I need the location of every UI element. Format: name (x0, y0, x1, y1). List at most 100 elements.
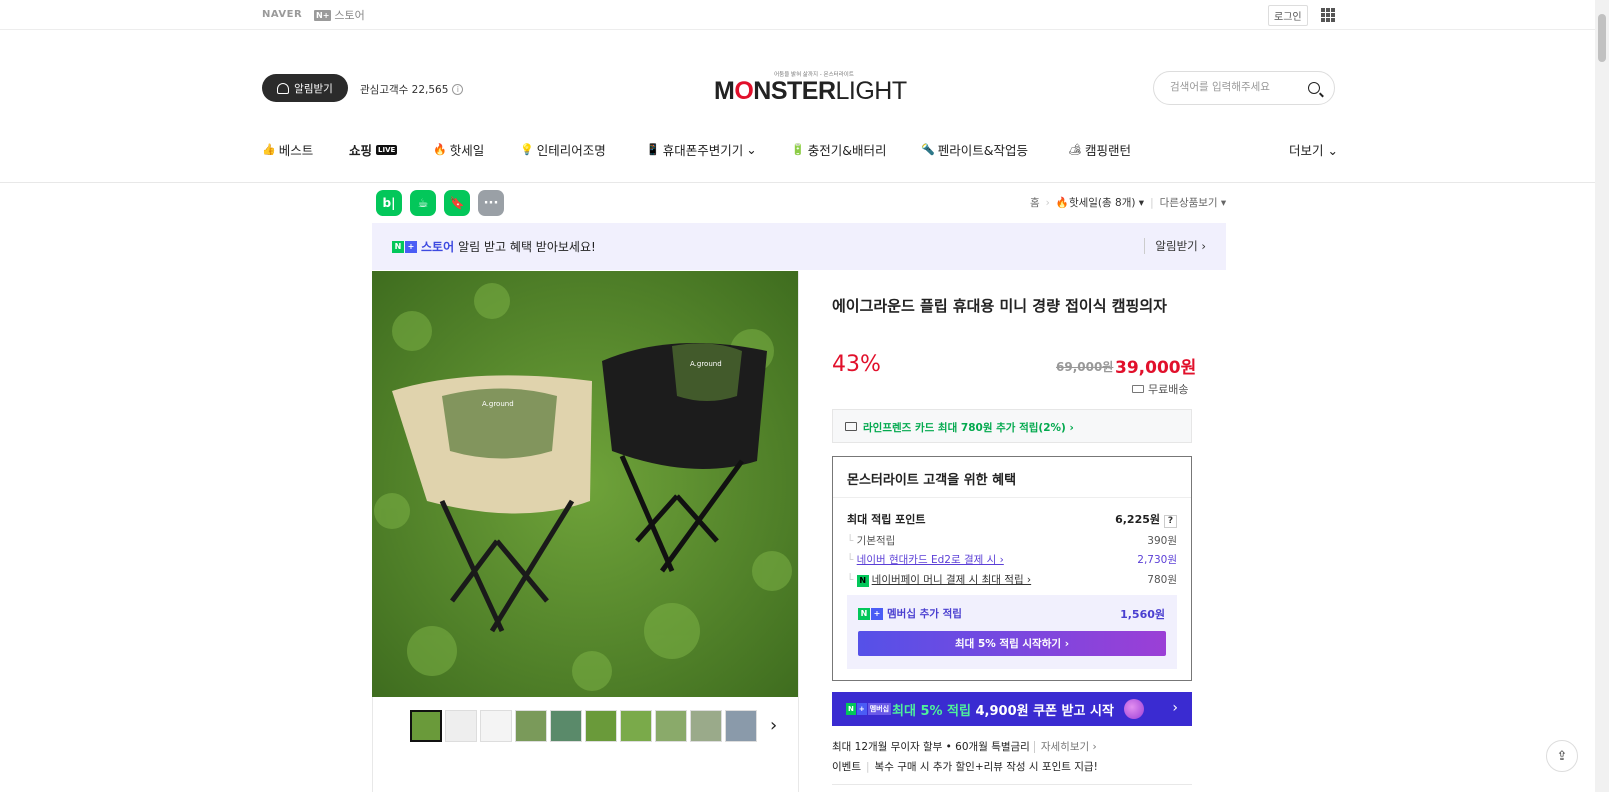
app-grid-icon[interactable] (1321, 8, 1335, 22)
thumbnails-next-icon[interactable]: › (770, 715, 777, 736)
base-points-row: └ 기본적립 390원 (847, 535, 1177, 547)
product-title: 에이그라운드 플립 휴대용 미니 경량 접이식 캠핑의자 (832, 297, 1167, 315)
installment-info: 최대 12개월 무이자 할부 • 60개월 특별금리 자세히보기 › (832, 739, 1097, 754)
other-products-dropdown[interactable]: 다른상품보기 ▾ (1160, 195, 1227, 210)
thumbnail-item[interactable] (620, 710, 652, 742)
category-penlight-worklight[interactable]: 🔦 펜라이트&작업등 (921, 140, 1028, 159)
thumbnail-item[interactable] (655, 710, 687, 742)
shipping-label: 무료배송 (1148, 383, 1189, 396)
event-info: 이벤트 | 복수 구매 시 추가 할인+리뷰 작성 시 포인트 지급! (832, 761, 1098, 773)
panel-divider-left (372, 697, 373, 792)
header-divider (0, 182, 1595, 183)
interest-customers: 관심고객수 22,565 i (360, 82, 464, 97)
product-main-image[interactable]: A.ground A.ground (372, 271, 798, 697)
truck-icon (1132, 385, 1144, 393)
category-camping-lantern[interactable]: 🏕 캠핑랜턴 (1068, 140, 1131, 159)
panel-divider (798, 271, 799, 792)
max-points-row: 최대 적립 포인트 6,225원? (847, 511, 1177, 528)
logo-wordmark: MONSTERLIGHT (714, 77, 907, 105)
discount-rate: 43% (832, 352, 881, 377)
more-icon[interactable]: ··· (478, 190, 504, 216)
thumbnail-item[interactable] (480, 710, 512, 742)
naver-logo[interactable]: NAVER (262, 9, 302, 20)
global-nav-bar: NAVER N+ 스토어 로그인 (0, 0, 1595, 30)
membership-box: N + 멤버십 추가 적립 1,560원 최대 5% 적립 시작하기 › (847, 595, 1177, 669)
info-divider (832, 784, 1192, 785)
thumbnail-strip (410, 710, 757, 742)
installment-text: 최대 12개월 무이자 할부 • 60개월 특별금리 (832, 741, 1030, 753)
share-icon[interactable]: ⇪ (1546, 740, 1578, 772)
event-text: 복수 구매 시 추가 할인+리뷰 작성 시 포인트 지급! (874, 761, 1098, 773)
bookmark-icon[interactable]: 🔖 (444, 190, 470, 216)
breadcrumb: 홈 › 🔥핫세일(총 8개) ▾ | 다른상품보기 ▾ (1030, 195, 1227, 210)
login-button[interactable]: 로그인 (1268, 5, 1308, 26)
store-logo[interactable]: 어둠을 밝혀 삶까지 - 몬스터라이트 MONSTERLIGHT (714, 70, 907, 105)
max-points-value: 6,225원 (1115, 513, 1160, 526)
chevron-down-icon: ⌄ (746, 142, 757, 157)
subscribe-alarm-button[interactable]: 알림받기 (262, 74, 348, 102)
membership-value: 1,560원 (1120, 608, 1165, 621)
thumbnail-item[interactable] (690, 710, 722, 742)
nplus-membership-badge: N + 멤버십 (846, 703, 892, 715)
category-hot-sale[interactable]: 🔥 핫세일 (433, 140, 484, 159)
banner-store-label: 스토어 (421, 240, 455, 254)
category-best[interactable]: 👍 베스트 (262, 140, 313, 159)
category-interior-lighting[interactable]: 💡 인테리어조명 (520, 140, 606, 159)
search-input[interactable] (1170, 81, 1300, 93)
membership-label: 멤버십 추가 적립 (887, 608, 962, 620)
product-info: 에이그라운드 플립 휴대용 미니 경량 접이식 캠핑의자 (832, 294, 1192, 318)
more-categories-button[interactable]: 더보기 ⌄ (1289, 140, 1338, 159)
breadcrumb-current[interactable]: 🔥핫세일(총 8개) ▾ (1056, 195, 1144, 210)
card-offer-box[interactable]: 라인프렌즈 카드 최대 780원 추가 적립(2%) › (832, 409, 1192, 443)
breadcrumb-home[interactable]: 홈 (1030, 195, 1040, 210)
card-offer-text: 라인프렌즈 카드 최대 780원 추가 적립(2%) › (863, 422, 1074, 434)
credit-card-icon (845, 422, 857, 431)
installment-detail-link[interactable]: 자세히보기 › (1033, 741, 1097, 753)
chair-brand-label: A.ground (690, 360, 722, 368)
category-phone-accessories[interactable]: 📱 휴대폰주변기기 ⌄ (646, 140, 757, 159)
coupon-highlight: 최대 5% 적립 (892, 704, 971, 719)
membership-start-button[interactable]: 최대 5% 적립 시작하기 › (858, 631, 1166, 656)
cafe-share-icon[interactable]: ☕ (410, 190, 436, 216)
gift-icon (1124, 699, 1144, 719)
thumbnail-item[interactable] (585, 710, 617, 742)
membership-coupon-banner[interactable]: N + 멤버십 최대 5% 적립 4,900원 쿠폰 받고 시작 › (832, 692, 1192, 726)
naver-store-alarm-banner: N + 스토어 알림 받고 혜택 받아보세요! 알림받기 › (372, 223, 1226, 270)
help-icon[interactable]: ? (1164, 514, 1177, 528)
thumbnail-item[interactable] (515, 710, 547, 742)
chair-brand-label: A.ground (482, 400, 514, 408)
thumbnail-item[interactable] (725, 710, 757, 742)
banner-text: 알림 받고 혜택 받아보세요! (458, 240, 596, 254)
coupon-text: 4,900원 쿠폰 받고 시작 (970, 704, 1114, 719)
search-box (1153, 71, 1335, 105)
interest-count: 관심고객수 22,565 (360, 84, 449, 96)
naver-pay-link[interactable]: 네이버페이 머니 결제 시 최대 적립 › (872, 574, 1031, 586)
nplus-icon: N + (392, 240, 417, 253)
search-icon[interactable] (1308, 82, 1320, 94)
naver-pay-icon: N (856, 574, 869, 587)
category-shopping-live[interactable]: 쇼핑 LIVE (349, 140, 398, 159)
benefit-box: 몬스터라이트 고객을 위한 혜택 최대 적립 포인트 6,225원? └ 기본적… (832, 456, 1192, 681)
banner-alarm-link[interactable]: 알림받기 › (1144, 238, 1206, 254)
page-scrollbar[interactable] (1595, 0, 1609, 792)
nplus-badge: N+ (314, 9, 332, 21)
benefit-heading: 몬스터라이트 고객을 위한 혜택 (847, 473, 1017, 488)
info-icon[interactable]: i (452, 84, 464, 95)
sale-price: 39,000원 (1115, 358, 1197, 378)
shipping-info: 무료배송 (1132, 381, 1188, 397)
video-thumbnail-item[interactable] (445, 710, 477, 742)
card-points-row: └ 네이버 현대카드 Ed2로 결제 시 › 2,730원 (847, 554, 1177, 566)
hyundai-card-link[interactable]: 네이버 현대카드 Ed2로 결제 시 › (857, 554, 1004, 566)
nplus-icon: N + (858, 607, 883, 620)
bell-icon (277, 82, 290, 94)
category-charger-battery[interactable]: 🔋 충전기&배터리 (791, 140, 886, 159)
alarm-button-label: 알림받기 (294, 82, 333, 95)
thumbnail-item[interactable] (550, 710, 582, 742)
share-icons: b| ☕ 🔖 ··· (376, 190, 504, 216)
naver-plus-store-link[interactable]: N+ 스토어 (314, 7, 365, 23)
thumbnail-item[interactable] (410, 710, 442, 742)
blog-share-icon[interactable]: b| (376, 190, 402, 216)
chevron-right-icon: › (1172, 700, 1178, 716)
npay-points-row: └ N 네이버페이 머니 결제 시 최대 적립 › 780원 (847, 574, 1177, 587)
category-nav: 👍 베스트 쇼핑 LIVE 🔥 핫세일 💡 인테리어조명 📱 휴대폰주변기기 ⌄ 🔋 충전기&… (262, 140, 1338, 162)
